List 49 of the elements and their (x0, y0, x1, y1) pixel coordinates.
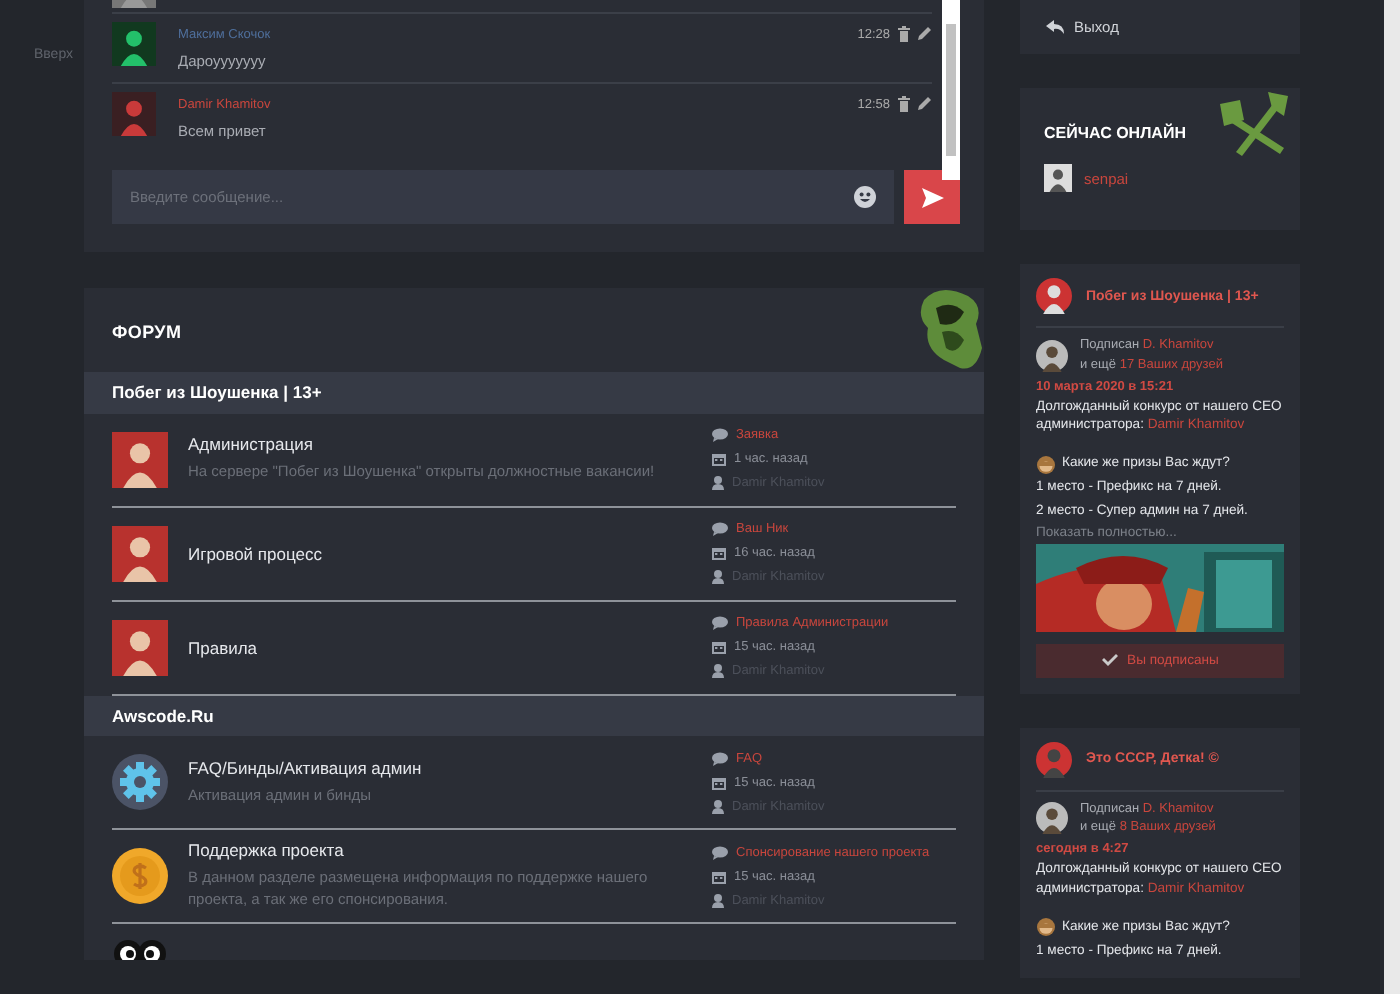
coin-icon[interactable] (112, 848, 168, 904)
page-scrollbar[interactable] (1384, 0, 1400, 994)
user-icon (712, 664, 724, 678)
trash-icon[interactable] (898, 26, 910, 42)
forum-title[interactable]: Игровой процесс (188, 543, 692, 563)
comment-icon (712, 428, 728, 442)
category-header[interactable]: Awscode.Ru (84, 695, 984, 736)
calendar-icon (712, 640, 726, 654)
widget-title: СЕЙЧАС ОНЛАЙН (1044, 124, 1188, 142)
reply-icon (1046, 20, 1064, 34)
comment-icon (712, 845, 728, 859)
monkey-icon (1036, 455, 1056, 474)
comment-icon (712, 616, 728, 630)
avatar (112, 525, 168, 581)
calendar-icon (712, 452, 726, 466)
section-title: ФОРУМ (112, 322, 182, 342)
user-icon (712, 476, 724, 490)
smiley-icon[interactable] (854, 186, 876, 208)
scrollbar[interactable] (942, 0, 960, 180)
monkey-icon (1036, 918, 1056, 937)
gear-icon[interactable] (112, 754, 168, 810)
pencil-icon[interactable] (916, 26, 932, 42)
forum-title[interactable]: Администрация (188, 434, 692, 455)
user-icon (712, 893, 724, 907)
avatar (112, 431, 168, 487)
avatar (1036, 278, 1072, 314)
send-button[interactable] (904, 170, 960, 224)
calendar-icon (712, 775, 726, 789)
avatar (1036, 741, 1072, 778)
avatar (112, 619, 168, 675)
send-icon (921, 187, 943, 207)
avatar (1036, 339, 1068, 372)
user-icon (712, 799, 724, 813)
avatar (1036, 802, 1068, 835)
calendar-icon (712, 869, 726, 883)
calendar-icon (712, 546, 726, 560)
avatar (112, 22, 156, 66)
forum-title[interactable]: Поддержка проекта (188, 840, 692, 861)
comment-icon (712, 522, 728, 536)
pencil-icon[interactable] (916, 96, 932, 112)
check-icon (1101, 654, 1118, 667)
avatar (112, 92, 156, 136)
comment-icon (712, 751, 728, 765)
category-header[interactable]: Побег из Шоушенка | 13+ (84, 372, 984, 413)
forum-title[interactable]: Правила (188, 637, 692, 657)
forum-title[interactable]: FAQ/Бинды/Активация админ (188, 757, 692, 778)
user-icon (712, 570, 724, 584)
trash-icon[interactable] (898, 96, 910, 112)
avatar (1044, 164, 1072, 192)
